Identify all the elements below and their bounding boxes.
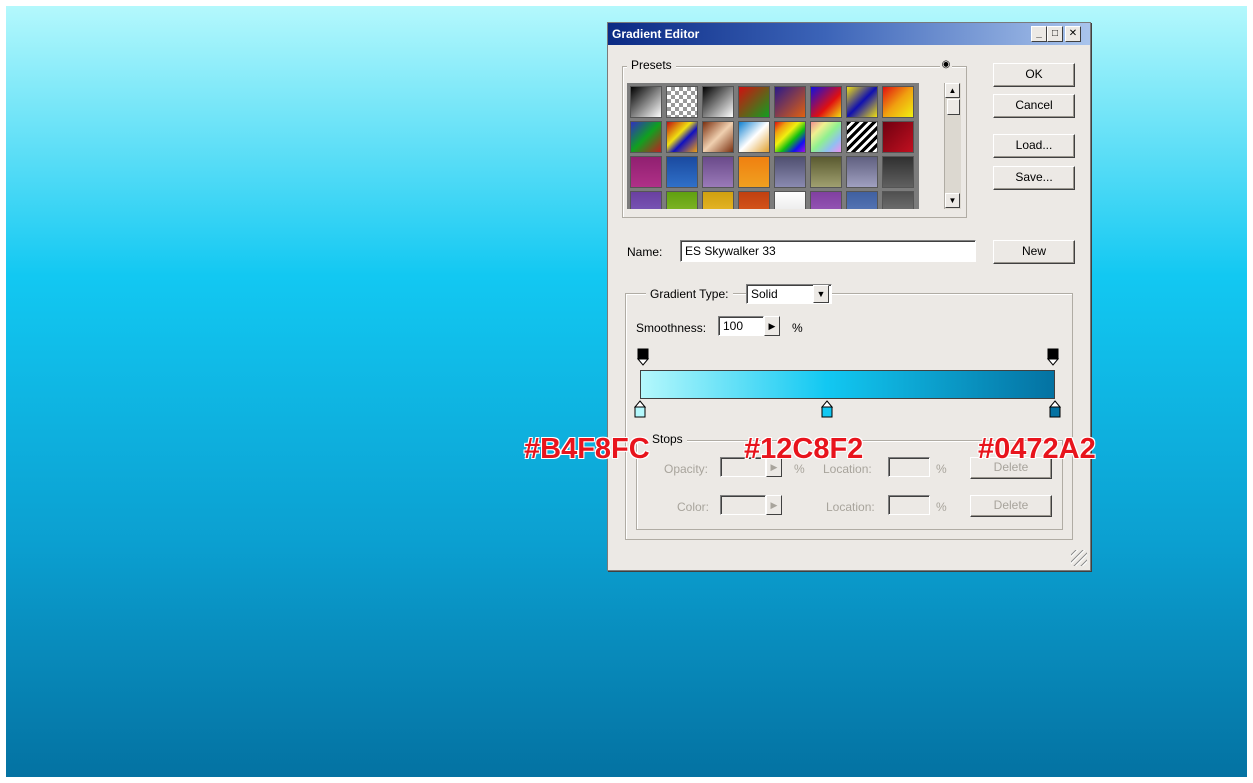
preset-scrollbar[interactable]: ▲ ▼ [944,83,961,209]
opacity-stop-left[interactable] [637,348,649,366]
color-delete-button[interactable]: Delete [970,495,1052,517]
gradient-preview-bar[interactable] [640,370,1055,399]
close-button[interactable]: ✕ [1065,26,1081,42]
preset-swatch[interactable] [630,191,662,209]
save-button[interactable]: Save... [993,166,1075,190]
presets-label: Presets [627,58,676,72]
preset-swatch[interactable] [774,121,806,153]
title-bar[interactable]: Gradient Editor _ □ ✕ [608,23,1090,45]
preset-swatch[interactable] [738,121,770,153]
new-button[interactable]: New [993,240,1075,264]
preset-swatch[interactable] [810,191,842,209]
preset-swatch[interactable] [630,121,662,153]
ok-button[interactable]: OK [993,63,1075,87]
name-label: Name: [627,245,663,259]
color-label: Color: [677,500,710,514]
preset-swatch[interactable] [774,86,806,118]
scroll-down-arrow-icon[interactable]: ▼ [945,193,960,208]
opacity-location-input[interactable] [888,457,930,477]
smoothness-arrow-icon[interactable]: ▶ [764,316,780,336]
preset-swatch[interactable] [702,191,734,209]
load-button[interactable]: Load... [993,134,1075,158]
scroll-up-arrow-icon[interactable]: ▲ [945,83,960,98]
preset-swatch[interactable] [774,156,806,188]
scroll-thumb[interactable] [947,99,960,115]
preset-swatch[interactable] [666,156,698,188]
cancel-button[interactable]: Cancel [993,94,1075,118]
preset-swatch[interactable] [810,156,842,188]
opacity-stop-right[interactable] [1047,348,1059,366]
opacity-location-percent: % [936,462,947,476]
preset-swatch[interactable] [630,86,662,118]
color-location-input[interactable] [888,495,930,515]
gradient-type-select[interactable]: Solid ▼ [746,284,832,304]
preset-swatch[interactable] [810,121,842,153]
stops-label: Stops [648,432,687,446]
preset-swatch[interactable] [846,86,878,118]
resize-grip-icon[interactable] [1071,550,1087,566]
dialog-title: Gradient Editor [612,27,700,41]
annotation-middle-color: #12C8F2 [744,433,864,465]
gradient-type-label: Gradient Type: [646,287,733,301]
preset-swatch[interactable] [846,191,878,209]
color-stop-marker[interactable] [1049,400,1061,418]
color-location-percent: % [936,500,947,514]
color-arrow-icon[interactable]: ▶ [766,495,782,515]
preset-swatch[interactable] [810,86,842,118]
preset-swatch[interactable] [702,121,734,153]
preset-swatch[interactable] [846,121,878,153]
preset-swatch[interactable] [702,86,734,118]
preset-swatch[interactable] [666,86,698,118]
preset-swatch[interactable] [702,156,734,188]
maximize-button[interactable]: □ [1047,26,1063,42]
smoothness-input[interactable]: 100 [718,316,764,336]
smoothness-percent: % [792,321,803,335]
minimize-button[interactable]: _ [1031,26,1047,42]
color-location-label: Location: [826,500,875,514]
preset-swatch[interactable] [666,191,698,209]
preset-swatch-grid [627,83,919,209]
preset-swatch[interactable] [882,156,914,188]
preset-swatch[interactable] [882,121,914,153]
annotation-right-color: #0472A2 [978,433,1096,465]
name-input[interactable]: ES Skywalker 33 [680,240,976,262]
circle-arrow-icon[interactable]: ◉ [940,59,952,71]
preset-swatch[interactable] [846,156,878,188]
chevron-down-icon[interactable]: ▼ [813,285,829,303]
preset-swatch[interactable] [738,86,770,118]
color-stop-marker[interactable] [820,400,833,418]
opacity-label: Opacity: [664,462,709,476]
preset-swatch[interactable] [666,121,698,153]
preset-swatch[interactable] [738,191,770,209]
gradient-type-value: Solid [751,287,778,301]
preset-swatch[interactable] [630,156,662,188]
preset-swatch[interactable] [882,86,914,118]
smoothness-label: Smoothness: [636,321,707,335]
annotation-left-color: #B4F8FC [524,433,650,465]
color-swatch-input[interactable] [720,495,766,515]
preset-swatch[interactable] [882,191,914,209]
preset-swatch[interactable] [738,156,770,188]
color-stop-marker[interactable] [634,400,646,418]
preset-swatch[interactable] [774,191,806,209]
